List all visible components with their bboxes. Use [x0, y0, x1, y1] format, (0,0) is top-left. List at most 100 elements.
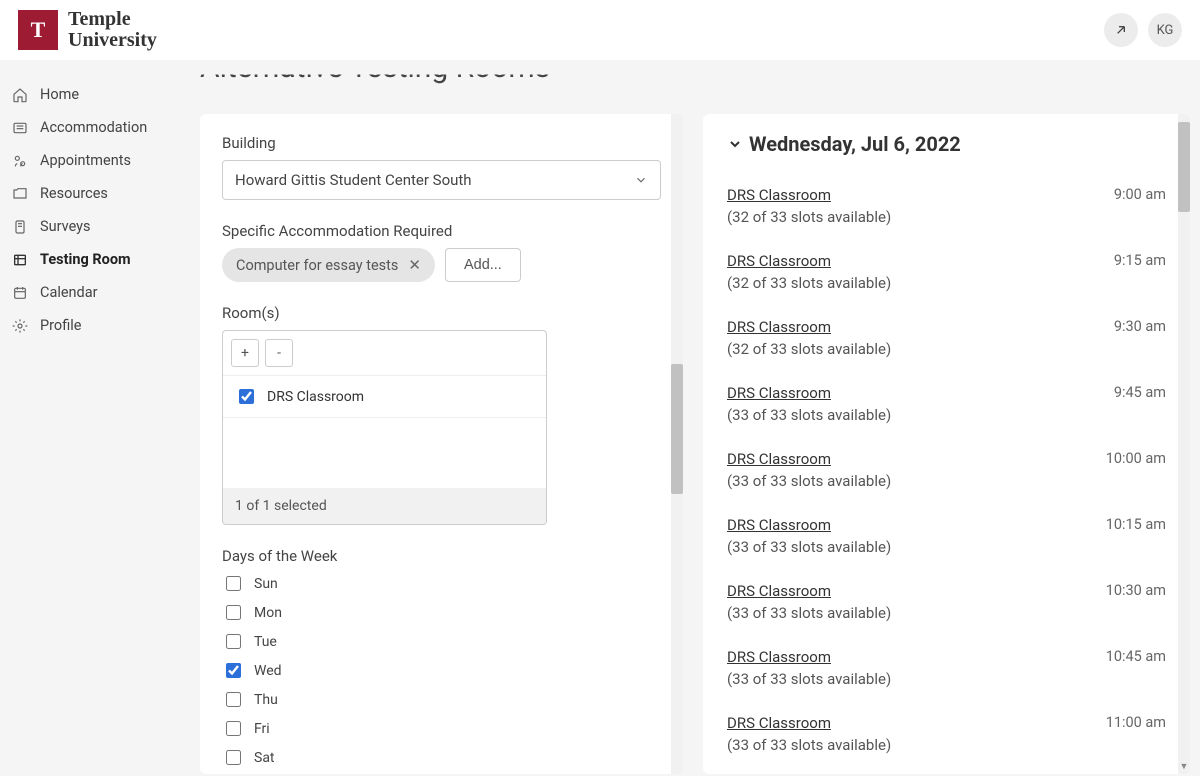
results-panel: Wednesday, Jul 6, 2022 DRS Classroom (32 …	[703, 114, 1190, 774]
slot-room-link[interactable]: DRS Classroom	[727, 252, 831, 270]
scroll-down-icon[interactable]: ▼	[1178, 761, 1190, 772]
building-label: Building	[222, 134, 661, 152]
day-thu[interactable]: Thu	[222, 689, 661, 710]
slot-availability: (32 of 33 slots available)	[727, 208, 891, 226]
room-checkbox[interactable]	[239, 389, 254, 404]
chip-text: Computer for essay tests	[236, 257, 398, 274]
sidebar-item-surveys[interactable]: Surveys	[0, 210, 200, 243]
nav-icon	[12, 87, 28, 103]
slot-room-link[interactable]: DRS Classroom	[727, 648, 831, 666]
day-checkbox[interactable]	[226, 721, 241, 736]
day-checkbox[interactable]	[226, 692, 241, 707]
day-label: Mon	[254, 605, 282, 621]
nav-icon	[12, 285, 28, 301]
nav-icon	[12, 219, 28, 235]
slot-availability: (33 of 33 slots available)	[727, 604, 891, 622]
room-item[interactable]: DRS Classroom	[223, 376, 546, 418]
org-name-line1: Temple	[68, 9, 157, 30]
sidebar-item-profile[interactable]: Profile	[0, 309, 200, 342]
slot-time: 10:15 am	[1106, 516, 1166, 556]
sidebar-item-calendar[interactable]: Calendar	[0, 276, 200, 309]
days-label: Days of the Week	[222, 547, 661, 565]
slot-room-link[interactable]: DRS Classroom	[727, 384, 831, 402]
day-label: Fri	[254, 721, 270, 737]
room-name: DRS Classroom	[267, 389, 364, 405]
chevron-down-icon	[634, 173, 648, 187]
day-mon[interactable]: Mon	[222, 602, 661, 623]
day-fri[interactable]: Fri	[222, 718, 661, 739]
sidebar-item-label: Calendar	[40, 284, 98, 301]
sidebar-item-resources[interactable]: Resources	[0, 177, 200, 210]
nav-icon	[12, 153, 28, 169]
rooms-label: Room(s)	[222, 304, 661, 322]
slot-availability: (33 of 33 slots available)	[727, 538, 891, 556]
day-checkbox[interactable]	[226, 663, 241, 678]
slot-item: DRS Classroom (33 of 33 slots available) 1…	[727, 634, 1166, 700]
sidebar-item-label: Resources	[40, 185, 108, 202]
sidebar-item-label: Accommodation	[40, 119, 147, 136]
day-checkbox[interactable]	[226, 634, 241, 649]
building-section: Building Howard Gittis Student Center So…	[222, 134, 661, 200]
day-sat[interactable]: Sat	[222, 747, 661, 768]
day-label: Tue	[254, 634, 277, 650]
left-scrollbar[interactable]	[671, 114, 683, 774]
sidebar-item-label: Home	[40, 86, 79, 103]
slot-item: DRS Classroom(33 of 33 slots available)1…	[727, 700, 1166, 766]
slot-room-link[interactable]: DRS Classroom	[727, 186, 831, 204]
slot-time: 9:00 am	[1114, 186, 1166, 226]
slot-time: 10:30 am	[1106, 582, 1166, 622]
right-scrollbar[interactable]: ▼	[1178, 114, 1190, 774]
rooms-deselect-all-button[interactable]: -	[265, 339, 293, 367]
slot-room-link[interactable]: DRS Classroom	[727, 318, 831, 336]
scroll-thumb[interactable]	[1178, 122, 1190, 212]
panels: Building Howard Gittis Student Center So…	[200, 114, 1190, 776]
building-select[interactable]: Howard Gittis Student Center South	[222, 160, 661, 200]
room-empty-space	[223, 418, 546, 488]
day-checkbox[interactable]	[226, 750, 241, 765]
date-label: Wednesday, Jul 6, 2022	[749, 132, 961, 156]
nav-icon	[12, 186, 28, 202]
chip-remove-icon[interactable]: ✕	[408, 256, 421, 274]
nav-icon	[12, 318, 28, 334]
slot-room-link[interactable]: DRS Classroom	[727, 582, 831, 600]
slot-time: 9:30 am	[1114, 318, 1166, 358]
slot-time: 9:15 am	[1114, 252, 1166, 292]
rooms-footer: 1 of 1 selected	[223, 488, 546, 524]
filters-panel: Building Howard Gittis Student Center So…	[200, 114, 683, 774]
slot-room-link[interactable]: DRS Classroom	[727, 516, 831, 534]
slot-time: 10:00 am	[1106, 450, 1166, 490]
rooms-list: + - DRS Classroom 1 of 1 selected	[222, 330, 547, 525]
sidebar-item-label: Profile	[40, 317, 81, 334]
sidebar-item-testing-room[interactable]: Testing Room	[0, 243, 200, 276]
days-section: Days of the Week Sun Mon Tue Wed Thu Fri Sat	[222, 547, 661, 768]
accommodation-chip[interactable]: Computer for essay tests ✕	[222, 248, 435, 282]
user-initials: KG	[1157, 23, 1174, 38]
header-actions: KG	[1104, 13, 1182, 47]
chevron-down-icon	[727, 136, 743, 152]
date-header[interactable]: Wednesday, Jul 6, 2022	[727, 132, 1166, 156]
app-header: T Temple University KG	[0, 0, 1200, 60]
sidebar-item-home[interactable]: Home	[0, 78, 200, 111]
sidebar-item-label: Appointments	[40, 152, 131, 169]
scroll-thumb[interactable]	[671, 364, 683, 494]
add-accommodation-button[interactable]: Add...	[445, 248, 521, 282]
day-tue[interactable]: Tue	[222, 631, 661, 652]
slot-room-link[interactable]: DRS Classroom	[727, 714, 831, 732]
slot-item: DRS Classroom (32 of 33 slots available) 9…	[727, 304, 1166, 370]
day-checkbox[interactable]	[226, 605, 241, 620]
day-checkbox[interactable]	[226, 576, 241, 591]
slot-item: DRS Classroom(33 of 33 slots available)1…	[727, 436, 1166, 502]
building-value: Howard Gittis Student Center South	[235, 171, 472, 189]
rooms-select-all-button[interactable]: +	[231, 339, 259, 367]
sidebar-item-accommodation[interactable]: Accommodation	[0, 111, 200, 144]
day-sun[interactable]: Sun	[222, 573, 661, 594]
slot-time: 10:45 am	[1106, 648, 1166, 688]
content-area: Alternative Testing Rooms Building Howar…	[200, 60, 1200, 776]
slot-availability: (32 of 33 slots available)	[727, 340, 891, 358]
slot-availability: (33 of 33 slots available)	[727, 670, 891, 688]
slot-room-link[interactable]: DRS Classroom	[727, 450, 831, 468]
user-avatar[interactable]: KG	[1148, 13, 1182, 47]
expand-button[interactable]	[1104, 13, 1138, 47]
sidebar-item-appointments[interactable]: Appointments	[0, 144, 200, 177]
day-wed[interactable]: Wed	[222, 660, 661, 681]
